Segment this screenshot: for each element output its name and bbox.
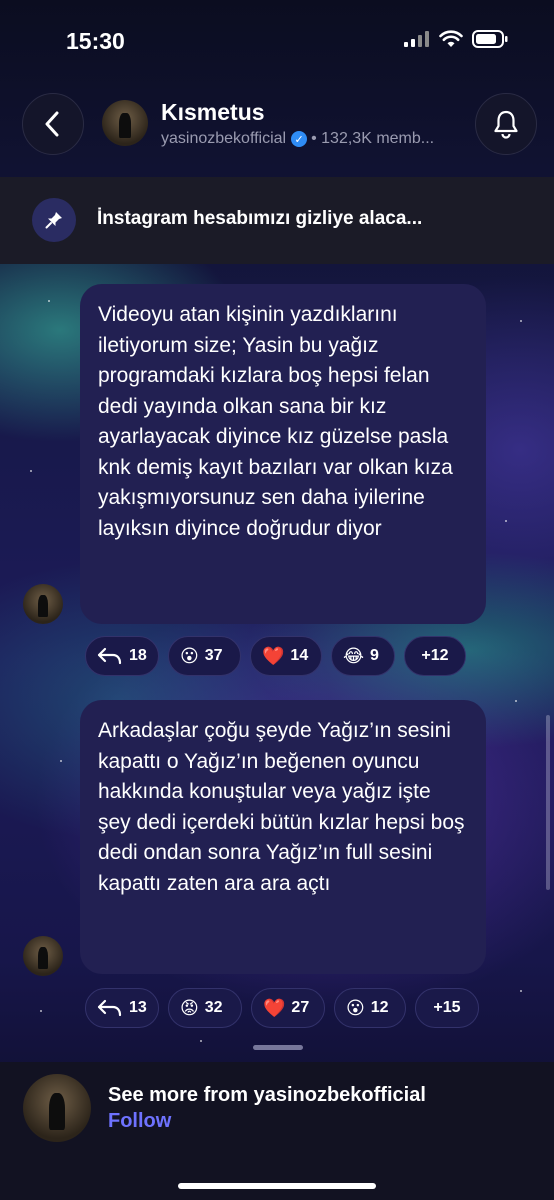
member-count: • 132,3K memb... bbox=[311, 130, 435, 147]
reply-button[interactable]: 18 bbox=[85, 636, 159, 676]
scroll-indicator[interactable] bbox=[546, 715, 550, 890]
surprised-emoji-icon: 😮 bbox=[346, 997, 365, 1018]
reply-button[interactable]: 13 bbox=[85, 988, 159, 1028]
reaction-angry[interactable]: 😡 32 bbox=[168, 988, 242, 1028]
status-time: 15:30 bbox=[66, 28, 125, 54]
wifi-icon bbox=[439, 30, 463, 47]
message-avatar[interactable] bbox=[23, 936, 63, 976]
message-avatar[interactable] bbox=[23, 584, 63, 624]
message-text: Videoyu atan kişinin yazdıklarını iletiy… bbox=[98, 303, 453, 540]
verified-badge-icon: ✓ bbox=[291, 131, 308, 147]
message-bubble[interactable]: Videoyu atan kişinin yazdıklarını iletiy… bbox=[80, 284, 486, 624]
back-button[interactable] bbox=[22, 93, 84, 155]
battery-icon bbox=[472, 30, 508, 48]
reply-icon bbox=[97, 647, 122, 665]
more-reactions-button[interactable]: +12 bbox=[404, 636, 466, 676]
notifications-button[interactable] bbox=[475, 93, 537, 155]
reaction-surprised[interactable]: 😮 37 bbox=[168, 636, 241, 676]
follow-footer: See more from yasinozbekofficial Follow bbox=[0, 1062, 554, 1200]
angry-emoji-icon: 😡 bbox=[180, 997, 199, 1018]
see-more-text: See more from yasinozbekofficial bbox=[108, 1084, 426, 1106]
cellular-signal-icon bbox=[404, 31, 429, 47]
more-reactions-button[interactable]: +15 bbox=[415, 988, 479, 1028]
heart-emoji-icon: ❤️ bbox=[263, 997, 286, 1018]
bell-icon bbox=[494, 110, 518, 139]
message-bubble[interactable]: Arkadaşlar çoğu şeyde Yağız’ın sesini ka… bbox=[80, 700, 486, 974]
profile-avatar[interactable] bbox=[23, 1074, 91, 1142]
laughing-emoji-icon: 😂 bbox=[343, 645, 365, 666]
heart-emoji-icon: ❤️ bbox=[262, 645, 285, 666]
reaction-laughing[interactable]: 😂 9 bbox=[331, 636, 395, 676]
home-indicator bbox=[178, 1183, 376, 1189]
sheet-grabber[interactable] bbox=[253, 1045, 303, 1050]
reaction-bar: 13 😡 32 ❤️ 27 😮 12 +15 bbox=[85, 988, 479, 1028]
channel-owner: yasinozbekofficial bbox=[161, 130, 287, 147]
reaction-heart[interactable]: ❤️ 14 bbox=[250, 636, 322, 676]
message-text: Arkadaşlar çoğu şeyde Yağız’ın sesini ka… bbox=[98, 719, 465, 895]
surprised-emoji-icon: 😮 bbox=[180, 645, 199, 666]
pin-icon bbox=[32, 198, 76, 242]
follow-button[interactable]: Follow bbox=[108, 1110, 171, 1133]
reaction-surprised[interactable]: 😮 12 bbox=[334, 988, 406, 1028]
channel-avatar[interactable] bbox=[102, 100, 148, 146]
pinned-message-bar[interactable]: İnstagram hesabımızı gizliye alaca... bbox=[0, 177, 554, 264]
reply-icon bbox=[97, 999, 122, 1017]
channel-title[interactable]: Kısmetus bbox=[161, 99, 265, 126]
channel-subtitle: yasinozbekofficial ✓ • 132,3K memb... bbox=[161, 130, 434, 148]
reaction-heart[interactable]: ❤️ 27 bbox=[251, 988, 325, 1028]
pinned-message-text: İnstagram hesabımızı gizliye alaca... bbox=[97, 208, 423, 229]
status-icons bbox=[404, 30, 508, 48]
reaction-bar: 18 😮 37 ❤️ 14 😂 9 +12 bbox=[85, 636, 466, 676]
chevron-left-icon bbox=[45, 111, 59, 137]
